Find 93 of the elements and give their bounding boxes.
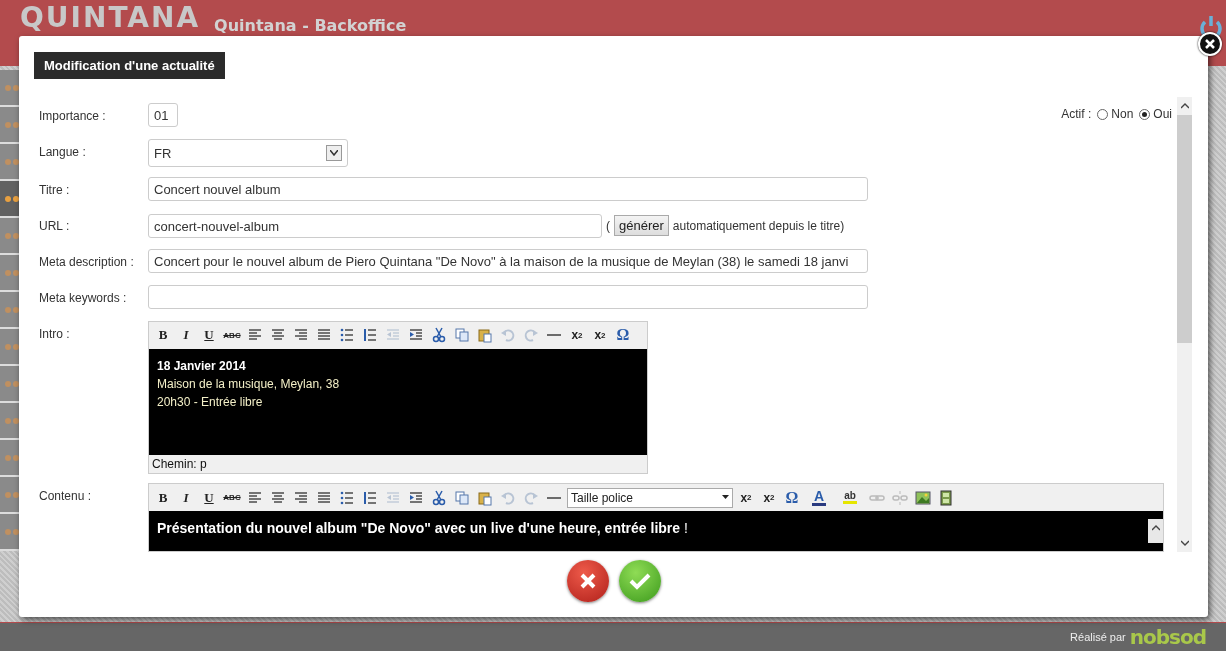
numbers-icon: [362, 327, 378, 344]
dots-icon: [4, 527, 20, 536]
rule-icon: [546, 334, 562, 337]
copy-icon: [454, 489, 470, 506]
font-size-select[interactable]: Taille police: [567, 487, 733, 508]
checkmark-icon: [628, 572, 651, 590]
text-field[interactable]: Concert nouvel album: [148, 176, 868, 201]
dots-icon: [4, 231, 20, 240]
caret-icon: [722, 495, 729, 501]
editor-text-line[interactable]: 20h30 - Entrée libre: [157, 392, 639, 411]
caret-icon: [326, 145, 342, 161]
dots-icon: [4, 120, 20, 129]
copy-icon: [454, 327, 470, 344]
field-label: Actif :: [1061, 107, 1092, 121]
superscript-button[interactable]: x$^{2}$: [590, 325, 610, 346]
dots-icon: [4, 453, 20, 462]
bold-button[interactable]: B: [153, 487, 173, 508]
radio-label: Oui: [1153, 107, 1172, 121]
cut-icon: [431, 489, 447, 506]
font-color-button[interactable]: A: [805, 487, 833, 508]
radio-label: Non: [1111, 107, 1134, 121]
italic-button[interactable]: I: [176, 325, 196, 346]
editor-text-line[interactable]: 18 Janvier 2014: [157, 356, 639, 375]
underline-button[interactable]: U: [199, 325, 219, 346]
scroll-up-icon[interactable]: [1151, 525, 1160, 532]
field-label: Meta description :: [39, 253, 135, 269]
dots-icon: [4, 416, 20, 425]
field-label: Titre :: [39, 181, 71, 197]
radio-button[interactable]: [1139, 108, 1151, 120]
unlink-icon: [892, 489, 908, 506]
credit-text: Réalisé par: [1070, 631, 1126, 643]
redo-icon: [523, 327, 539, 344]
confirm-button[interactable]: [618, 560, 661, 602]
dots-icon: [4, 83, 20, 92]
hint-text: automatiquement depuis le titre): [672, 218, 845, 233]
dots-icon: [4, 305, 20, 314]
scrollbar[interactable]: [1148, 519, 1163, 544]
importance-field[interactable]: 01: [148, 103, 178, 127]
paren-text: (: [606, 218, 610, 233]
special-character-button[interactable]: Ω: [782, 487, 802, 508]
generate-button[interactable]: générer: [614, 215, 669, 237]
text-field[interactable]: Concert pour le nouvel album de Piero Quintana "De Novo" à la maison de la musique de Meylan (38) le samedi 18 janvi: [148, 248, 868, 273]
bullets-icon: [339, 327, 355, 344]
cut-icon: [431, 327, 447, 344]
align-center-icon: [270, 489, 286, 506]
justify-icon: [316, 489, 332, 506]
field-label: Contenu :: [39, 488, 93, 504]
cancel-button[interactable]: [566, 560, 609, 602]
superscript-button[interactable]: x$^{2}$: [759, 487, 779, 508]
scroll-down-icon[interactable]: [1180, 540, 1189, 546]
undo-icon: [500, 327, 516, 344]
bold-button[interactable]: B: [153, 325, 173, 346]
dots-icon: [4, 342, 20, 351]
dialog-title: Modification d'une actualité: [34, 52, 225, 79]
field-label: Importance :: [39, 108, 107, 123]
bullets-icon: [339, 489, 355, 506]
paste-icon: [477, 327, 493, 344]
close-icon: [1205, 39, 1215, 49]
dots-icon: [4, 157, 20, 166]
paste-icon: [477, 489, 493, 506]
dots-icon: [4, 268, 20, 277]
scrollbar[interactable]: [1177, 97, 1192, 552]
field-label: Langue :: [39, 144, 87, 159]
numbers-icon: [362, 489, 378, 506]
radio-button[interactable]: [1097, 108, 1109, 120]
field-label: Intro :: [39, 325, 71, 341]
close-button[interactable]: [1198, 32, 1222, 56]
special-character-button[interactable]: Ω: [613, 325, 633, 346]
highlight-button[interactable]: ab: [836, 487, 864, 508]
underline-button[interactable]: U: [199, 487, 219, 508]
image-icon: [915, 489, 931, 506]
align-left-icon: [247, 489, 263, 506]
align-right-icon: [293, 489, 309, 506]
url-field[interactable]: concert-nouvel-album: [148, 213, 602, 238]
media-icon: [938, 489, 954, 506]
field-label: URL :: [39, 217, 71, 233]
editor-text-line[interactable]: Maison de la musique, Meylan, 38: [157, 374, 639, 393]
app-title: Quintana - Backoffice: [214, 16, 407, 35]
field-label: Meta keywords :: [39, 289, 128, 305]
strikethrough-button[interactable]: ABC: [222, 487, 242, 508]
language-select[interactable]: FR: [148, 139, 348, 167]
indent-icon: [408, 489, 424, 506]
dots-icon: [4, 194, 20, 203]
rule-icon: [546, 496, 562, 499]
strikethrough-button[interactable]: ABC: [222, 325, 242, 346]
scroll-up-icon[interactable]: [1180, 103, 1189, 109]
logo: QUINTANA: [20, 4, 201, 32]
italic-button[interactable]: I: [176, 487, 196, 508]
text-field[interactable]: [148, 284, 868, 309]
cross-icon: [578, 572, 597, 590]
outdent-icon: [385, 489, 401, 506]
dots-icon: [4, 379, 20, 388]
dots-icon: [4, 490, 20, 499]
